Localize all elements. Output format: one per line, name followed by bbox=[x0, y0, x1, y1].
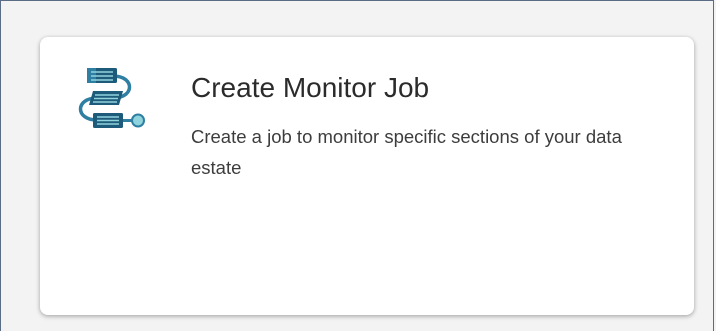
card-description: Create a job to monitor specific section… bbox=[191, 126, 622, 178]
create-monitor-job-card[interactable]: Create Monitor Job Create a job to monit… bbox=[40, 37, 694, 315]
card-title: Create Monitor Job bbox=[191, 72, 430, 103]
monitor-job-workflow-icon bbox=[73, 64, 151, 140]
